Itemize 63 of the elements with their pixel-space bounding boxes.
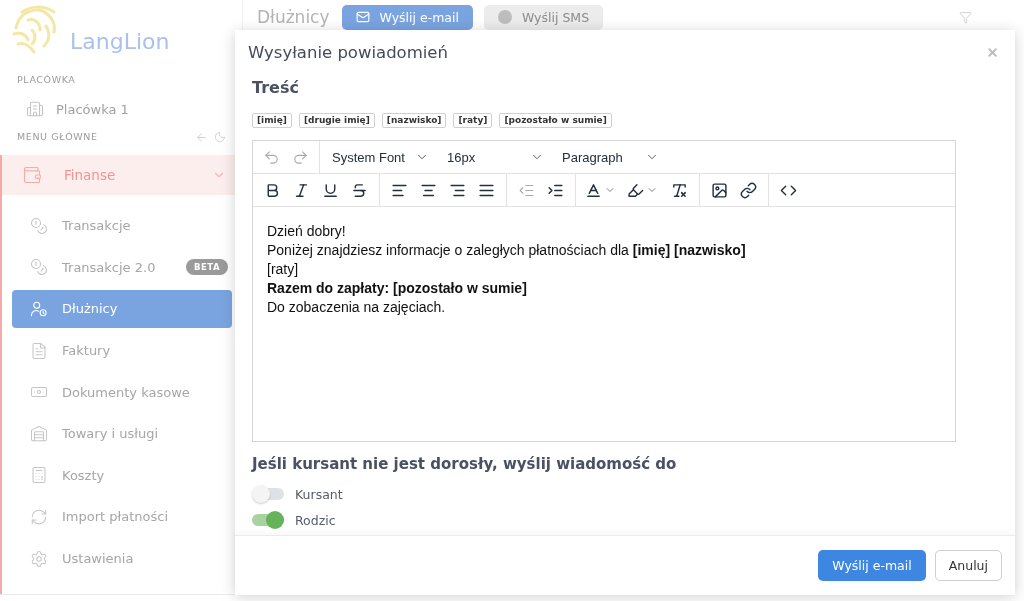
text-line: Razem do zapłaty: [pozostało w sumie] bbox=[267, 279, 527, 298]
header-button[interactable]: Wyślij e-mail bbox=[341, 4, 473, 30]
header-button[interactable]: Wyślij SMS bbox=[483, 4, 604, 30]
undo-icon bbox=[263, 148, 280, 166]
section-label: MENU GŁÓWNE bbox=[17, 130, 98, 144]
page-title: Dłużnicy bbox=[257, 7, 330, 27]
coins-icon bbox=[30, 216, 48, 235]
toggle-label: Kursant bbox=[295, 486, 343, 502]
section-heading: Jeśli kursant nie jest dorosły, wyślij wiadomość do bbox=[252, 454, 677, 475]
sidebar-item[interactable]: Towary i usługi bbox=[12, 414, 232, 453]
underline-icon bbox=[322, 181, 339, 199]
text-line: Poniżej znajdziesz informacje o zaległych płatnościach dla [imię] [nazwisko] bbox=[267, 241, 746, 260]
variable-tag[interactable]: [raty] bbox=[453, 113, 493, 128]
sidebar-item[interactable]: Transakcje bbox=[12, 207, 232, 245]
sidebar-item[interactable]: Import płatności bbox=[12, 498, 232, 536]
sidebar-item[interactable]: Dłużnicy bbox=[12, 290, 232, 328]
toggle-label: Rodzic bbox=[295, 512, 336, 528]
link-icon bbox=[740, 181, 757, 199]
document-icon bbox=[30, 341, 48, 360]
clear-format-icon bbox=[671, 181, 688, 199]
text-line: [raty] bbox=[267, 260, 299, 279]
sidebar-item[interactable]: Dokumenty kasowe bbox=[12, 373, 232, 411]
text-line: Dzień dobry! bbox=[267, 222, 346, 241]
circle-icon bbox=[497, 10, 512, 24]
refresh-icon bbox=[30, 507, 48, 526]
image-icon bbox=[711, 181, 728, 199]
toggle-switch[interactable] bbox=[252, 511, 284, 529]
dialog-title: Wysyłanie powiadomień bbox=[248, 42, 448, 62]
dropdown-select[interactable]: 16px bbox=[437, 143, 552, 171]
branch-selector[interactable]: Placówka 1 bbox=[0, 96, 129, 122]
section-heading: Treść bbox=[252, 77, 299, 99]
envelope-icon bbox=[355, 10, 370, 24]
dropdown-select[interactable]: Paragraph bbox=[552, 143, 667, 171]
warehouse-icon bbox=[30, 424, 48, 443]
sidebar-item[interactable]: Faktury bbox=[12, 331, 232, 370]
close-icon bbox=[986, 45, 999, 59]
editor-field[interactable]: Dzień dobry! Poniżej znajdziesz informacje o zaległych płatnościach dla [imię] [nazwisko] [raty] Razem do zapłaty: [pozostało w sumie] Do zobaczenia na zajęciach. bbox=[253, 207, 955, 441]
text-color-icon bbox=[584, 181, 602, 199]
user-clock-icon bbox=[30, 300, 48, 318]
send-button[interactable]: Wyślij e-mail bbox=[818, 550, 926, 581]
wallet-icon bbox=[22, 165, 42, 185]
highlighter-icon bbox=[626, 181, 644, 199]
sidebar-item[interactable]: Ustawienia bbox=[12, 539, 232, 578]
variable-tag[interactable]: [pozostało w sumie] bbox=[499, 113, 612, 128]
beta-badge: BETA bbox=[186, 259, 228, 276]
sidebar-item[interactable]: Koszty bbox=[12, 456, 232, 495]
building-icon bbox=[26, 100, 44, 118]
strikethrough-icon bbox=[351, 181, 368, 199]
redo-icon bbox=[292, 148, 309, 166]
italic-icon bbox=[293, 181, 310, 199]
coins-icon bbox=[30, 258, 48, 277]
variable-tag[interactable]: [drugie imię] bbox=[298, 113, 375, 128]
cancel-button[interactable]: Anuluj bbox=[934, 550, 1002, 581]
variable-tag[interactable]: [nazwisko] bbox=[381, 113, 447, 128]
section-label: PLACÓWKA bbox=[17, 73, 76, 87]
sidebar-item[interactable]: Transakcje 2.0 BETA bbox=[12, 248, 232, 287]
variable-tag[interactable]: [imię] bbox=[252, 113, 292, 128]
logo-text: LangLion bbox=[70, 28, 170, 56]
settings-icon bbox=[30, 549, 48, 568]
calculator-icon bbox=[30, 466, 48, 485]
text-line: Do zobaczenia na zajęciach. bbox=[267, 298, 446, 317]
dropdown-select[interactable]: System Font bbox=[322, 143, 437, 171]
toggle-switch[interactable] bbox=[252, 485, 284, 503]
